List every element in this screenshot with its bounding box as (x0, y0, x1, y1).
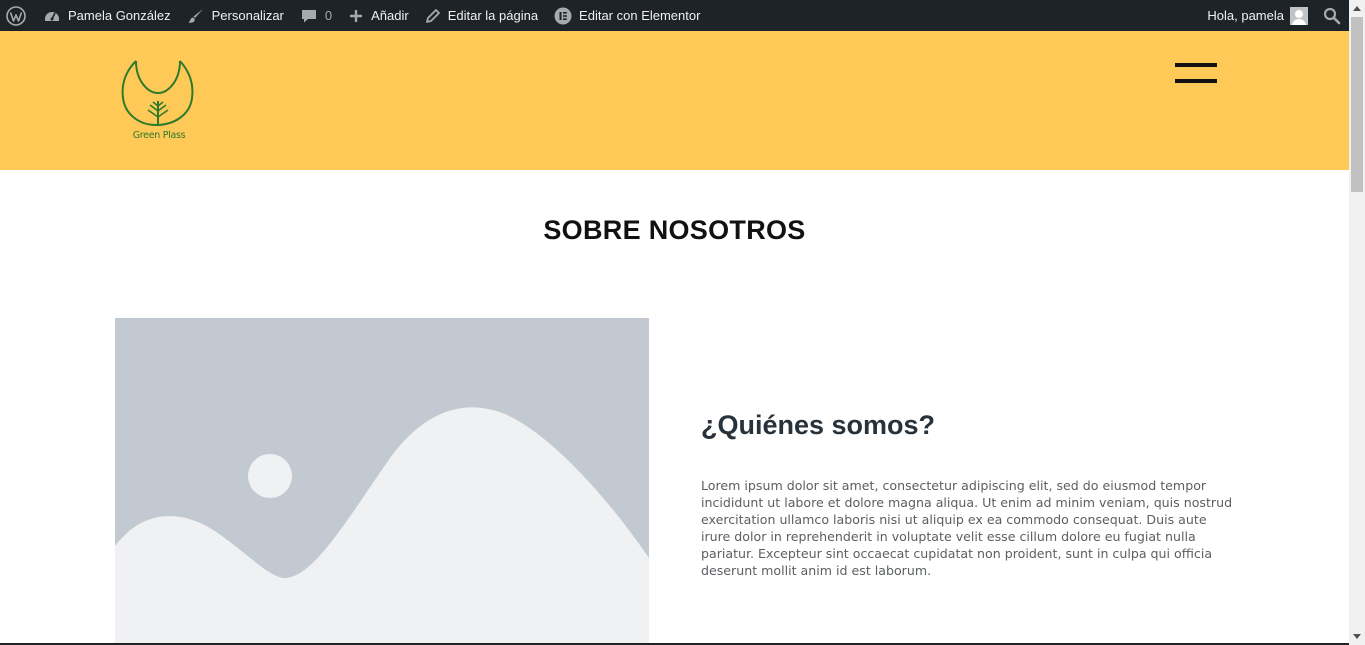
site-name-link[interactable]: Pamela González (35, 0, 179, 31)
wordpress-menu[interactable] (0, 0, 35, 31)
brush-icon (187, 7, 205, 25)
edit-elementor-label: Editar con Elementor (579, 8, 701, 23)
customize-label: Personalizar (211, 8, 284, 23)
scroll-down-icon[interactable] (1349, 629, 1365, 645)
customize-link[interactable]: Personalizar (179, 0, 292, 31)
dashboard-icon (43, 7, 61, 25)
wordpress-icon (6, 5, 26, 26)
my-account-link[interactable]: Hola, pamela (1199, 0, 1315, 31)
site-logo[interactable]: Green Plass (118, 53, 200, 149)
scroll-thumb[interactable] (1351, 17, 1363, 192)
hamburger-icon[interactable] (1175, 62, 1217, 84)
comments-count: 0 (324, 8, 333, 23)
logo-text: Green Plass (132, 130, 186, 141)
comment-icon (300, 7, 318, 25)
page-scrollbar[interactable] (1349, 0, 1365, 645)
site-header: Green Plass (0, 31, 1349, 170)
site-name-label: Pamela González (68, 8, 171, 23)
scroll-up-icon[interactable] (1349, 0, 1365, 16)
main-content: SOBRE NOSOTROS ¿Quiénes somos? Lorem ips… (0, 170, 1349, 645)
admin-bar: Pamela González Personalizar 0 Añadir Ed… (0, 0, 1365, 31)
greeting-label: Hola, pamela (1207, 8, 1284, 23)
placeholder-image (115, 318, 649, 645)
avatar (1290, 6, 1308, 25)
add-new-label: Añadir (371, 8, 409, 23)
elementor-icon (554, 7, 572, 25)
comments-link[interactable]: 0 (292, 0, 340, 31)
pencil-icon (425, 8, 441, 24)
edit-elementor-link[interactable]: Editar con Elementor (546, 0, 708, 31)
about-text: Lorem ipsum dolor sit amet, consectetur … (701, 478, 1233, 578)
plus-icon (348, 8, 364, 24)
page-title: SOBRE NOSOTROS (543, 215, 806, 245)
section-heading: ¿Quiénes somos? (701, 410, 936, 440)
edit-page-label: Editar la página (447, 8, 539, 23)
edit-page-link[interactable]: Editar la página (417, 0, 546, 31)
logo-mark-icon (121, 60, 194, 127)
search-icon (1323, 7, 1341, 25)
add-new-link[interactable]: Añadir (340, 0, 417, 31)
